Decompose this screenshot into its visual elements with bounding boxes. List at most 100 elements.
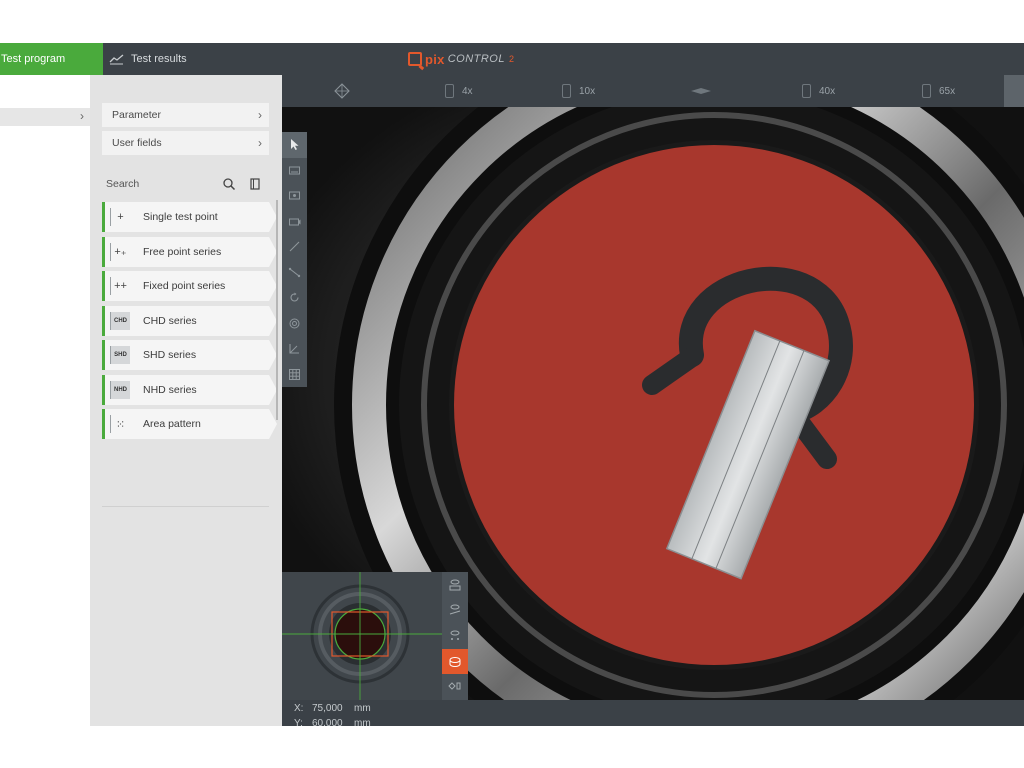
line-icon xyxy=(289,241,300,252)
parameter-button[interactable]: Parameter › xyxy=(102,103,269,127)
image-tool-1[interactable] xyxy=(282,158,307,184)
search-row: Search xyxy=(106,175,266,193)
rotate-icon xyxy=(290,292,299,302)
overview-specimen-button[interactable] xyxy=(442,648,468,675)
qpix-control-logo: pix CONTROL 2 xyxy=(408,49,514,69)
top-bar: Test program Test results pix CONTROL 2 xyxy=(0,43,1024,75)
y-coordinate: Y: 60,000 mm xyxy=(294,717,371,726)
item-label: NHD series xyxy=(143,383,197,396)
camera-icon xyxy=(289,218,301,226)
search-icon[interactable] xyxy=(222,177,236,191)
target-lens-icon xyxy=(448,682,461,690)
distance-icon xyxy=(288,267,301,277)
logo-q-icon xyxy=(408,52,422,66)
item-label: SHD series xyxy=(143,349,197,361)
eye-grid-icon xyxy=(449,579,461,591)
indenter-button[interactable] xyxy=(690,75,712,107)
overview-camera-minimap[interactable] xyxy=(282,572,442,700)
book-icon[interactable] xyxy=(248,177,262,191)
indenter-icon xyxy=(691,88,711,94)
image-tool-2[interactable] xyxy=(282,183,307,209)
user-fields-button[interactable]: User fields › xyxy=(102,131,269,155)
rotate-tool[interactable] xyxy=(282,285,307,311)
nav-row-selected[interactable]: › xyxy=(0,108,90,126)
logo-control-text: CONTROL xyxy=(447,53,505,65)
nhd-series-item[interactable]: NHD NHD series xyxy=(102,374,277,405)
chd-series-item[interactable]: CHD CHD series xyxy=(102,305,277,336)
fixed-point-series-item[interactable]: ++ Fixed point series xyxy=(102,271,277,301)
objective-65x-button[interactable]: 65x xyxy=(922,75,955,107)
line-chart-icon xyxy=(109,54,124,65)
chevron-right-icon: › xyxy=(258,136,262,150)
area-pattern-item[interactable]: ⁙ Area pattern xyxy=(102,409,277,439)
indenter-position-button[interactable] xyxy=(334,75,350,107)
objective-10x-button[interactable]: 10x xyxy=(562,75,595,107)
objective-40x-button[interactable]: 40x xyxy=(802,75,835,107)
item-label: CHD series xyxy=(143,314,197,327)
tab-test-results[interactable]: Test results xyxy=(103,43,223,75)
x-coordinate: X: 75,000 mm xyxy=(294,702,371,716)
y-value: 60,000 xyxy=(312,718,343,726)
test-program-panel: Parameter › User fields › Search + Singl… xyxy=(90,75,282,726)
tab-test-program-label: Test program xyxy=(1,53,66,65)
objective-4x-button[interactable]: 4x xyxy=(445,75,473,107)
x-unit: mm xyxy=(354,703,371,714)
image-frame-icon xyxy=(289,166,300,175)
nhd-icon: NHD xyxy=(110,380,130,399)
pointer-tool[interactable] xyxy=(282,132,307,158)
angle-tool[interactable] xyxy=(282,336,307,362)
chevron-right-icon: › xyxy=(258,108,262,122)
search-label: Search xyxy=(106,178,140,190)
overview-image xyxy=(282,572,442,700)
cursor-arrow-icon xyxy=(291,139,299,151)
camera-tool[interactable] xyxy=(282,209,307,235)
x-value: 75,000 xyxy=(312,703,343,714)
overview-tool-strip xyxy=(442,572,468,700)
objective-lens-icon xyxy=(445,84,454,98)
objective-lens-icon xyxy=(562,84,571,98)
shd-series-item[interactable]: SHD SHD series xyxy=(102,340,277,370)
objective-65x-label: 65x xyxy=(939,85,956,97)
overview-view-3-button[interactable] xyxy=(442,623,468,649)
eye-points-icon xyxy=(450,630,460,640)
single-test-point-item[interactable]: + Single test point xyxy=(102,202,277,232)
objective-lens-icon xyxy=(922,84,931,98)
item-label: Single test point xyxy=(143,211,218,223)
circle-tool[interactable] xyxy=(282,311,307,337)
angle-icon xyxy=(289,344,299,354)
plus-icon: + xyxy=(110,208,130,226)
item-label: Fixed point series xyxy=(143,280,226,292)
free-point-series-item[interactable]: +₊ Free point series xyxy=(102,236,277,267)
overview-view-2-button[interactable] xyxy=(442,598,468,624)
objective-40x-label: 40x xyxy=(819,85,836,97)
plus-plus-icon: +₊ xyxy=(110,242,130,261)
tab-test-program[interactable]: Test program xyxy=(0,43,103,75)
measurement-type-list: + Single test point +₊ Free point series… xyxy=(102,202,277,444)
parameter-label: Parameter xyxy=(112,109,162,121)
distance-tool[interactable] xyxy=(282,260,307,286)
diamond-target-icon xyxy=(334,83,350,99)
magnification-toolbar: 4x 10x 40x 65x xyxy=(282,75,1024,107)
panel-scrollbar[interactable] xyxy=(276,200,278,420)
x-label: X: xyxy=(294,703,304,714)
application-window: Test program Test results pix CONTROL 2 … xyxy=(0,43,1024,726)
chevron-right-icon: › xyxy=(80,109,84,123)
logo-pix-text: pix xyxy=(425,51,445,67)
item-label: Free point series xyxy=(143,245,222,258)
measurement-tool-strip xyxy=(282,132,307,387)
overview-position-button[interactable] xyxy=(442,674,468,700)
user-fields-label: User fields xyxy=(112,137,162,149)
y-unit: mm xyxy=(354,718,371,726)
panel-divider xyxy=(102,506,269,507)
grid-dots-icon: ⁙ xyxy=(110,415,130,433)
chd-icon: CHD xyxy=(110,311,130,330)
line-tool[interactable] xyxy=(282,234,307,260)
overview-view-1-button[interactable] xyxy=(442,572,468,598)
eye-layer-icon xyxy=(449,604,461,615)
logo-suffix: 2 xyxy=(508,54,514,64)
y-label: Y: xyxy=(294,718,303,726)
objective-4x-label: 4x xyxy=(462,85,473,97)
magnification-active-indicator xyxy=(1004,75,1024,107)
navigation-pane: › xyxy=(0,75,90,726)
grid-tool[interactable] xyxy=(282,362,307,388)
